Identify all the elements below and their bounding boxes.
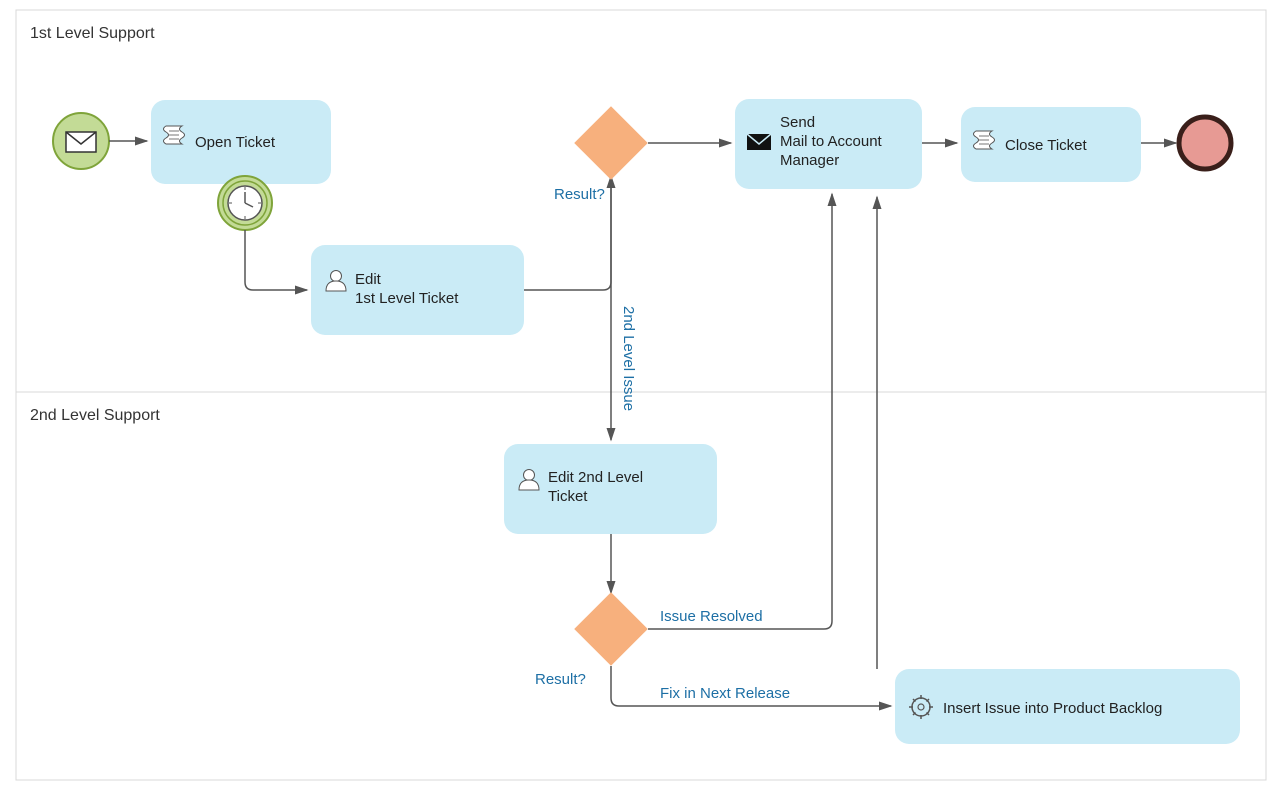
label-issue-resolved: Issue Resolved [660,608,763,625]
task-edit-2nd-level[interactable]: Edit 2nd Level Ticket [504,444,717,534]
task-open-ticket-label: Open Ticket [195,134,276,151]
end-event[interactable] [1179,117,1231,169]
task-close-ticket[interactable]: Close Ticket [961,107,1141,182]
task-edit1-line1: Edit [355,271,382,288]
label-fix-next: Fix in Next Release [660,685,790,702]
task-open-ticket[interactable]: Open Ticket [151,100,331,184]
sendmail-line1: Send [780,114,815,131]
lane-1-label: 1st Level Support [30,25,155,42]
bpmn-diagram: 1st Level Support 2nd Level Support Open… [0,0,1280,799]
start-event[interactable] [53,113,109,169]
close-ticket-label: Close Ticket [1005,137,1088,154]
label-2nd-level-issue: 2nd Level Issue [620,306,637,411]
task-insert-backlog[interactable]: Insert Issue into Product Backlog [895,669,1240,744]
insert-backlog-label: Insert Issue into Product Backlog [943,700,1162,717]
gateway2-label: Result? [535,671,586,688]
timer-boundary-event[interactable] [218,176,272,230]
lane-2-label: 2nd Level Support [30,407,160,424]
edit2-line2: Ticket [548,488,588,505]
task-send-mail[interactable]: Send Mail to Account Manager [735,99,922,189]
edit2-line1: Edit 2nd Level [548,469,643,486]
task-edit1-line2: 1st Level Ticket [355,290,459,307]
gateway1-label: Result? [554,186,605,203]
envelope-icon [747,134,771,150]
task-edit-1st-level[interactable]: Edit 1st Level Ticket [311,245,524,335]
sendmail-line3: Manager [780,152,839,169]
sendmail-line2: Mail to Account [780,133,883,150]
